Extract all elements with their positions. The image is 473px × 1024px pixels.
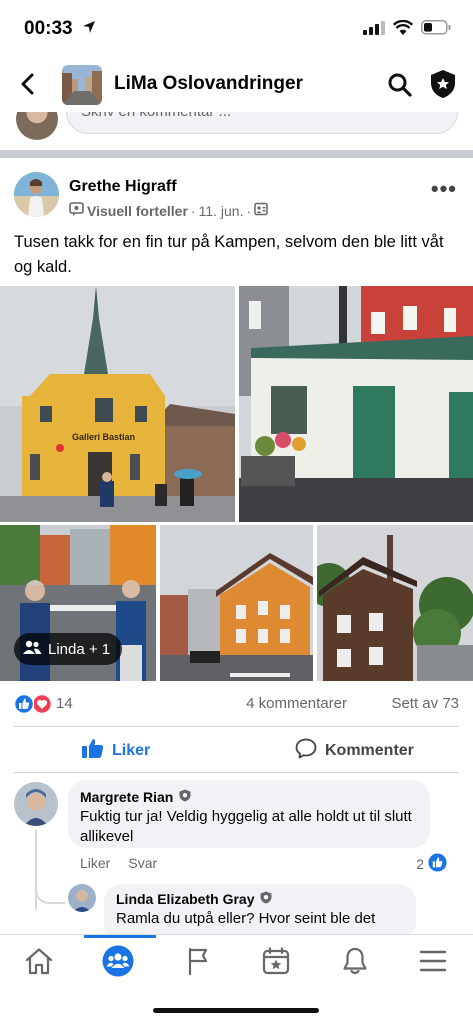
like-button-label: Liker [112, 741, 151, 759]
status-icons [363, 19, 451, 40]
reaction-count[interactable]: 14 [56, 695, 73, 712]
back-button[interactable] [16, 72, 40, 96]
tab-groups[interactable] [100, 945, 136, 981]
post-photo-5[interactable] [317, 525, 473, 681]
photo-sign-text: Galleri Bastian [72, 432, 136, 442]
divider [14, 726, 459, 727]
meta-separator: · [190, 202, 196, 219]
reply-bubble: Linda Elizabeth Gray Ramla du utpå eller… [104, 884, 416, 940]
post-photo-2[interactable] [239, 286, 473, 522]
group-cover-thumbnail[interactable] [62, 65, 102, 105]
bell-icon [342, 947, 368, 980]
signal-icon [363, 20, 385, 40]
photo-tag-label: Linda + 1 [48, 640, 111, 658]
home-indicator[interactable] [153, 1008, 319, 1013]
comment-button[interactable]: Kommenter [295, 738, 414, 764]
comment-like-count: 2 [416, 856, 424, 872]
comment-input[interactable]: Skriv en kommentar ... [66, 112, 458, 134]
search-icon[interactable] [387, 72, 413, 98]
like-button[interactable]: Liker [82, 738, 150, 763]
post-photo-4[interactable] [160, 525, 313, 681]
admin-badge-icon [260, 891, 272, 907]
comment-reply-button[interactable]: Svar [128, 855, 157, 871]
meta-separator: · [246, 202, 252, 219]
previous-post-comment-strip: Skriv en kommentar ... [0, 112, 473, 150]
avatar [16, 112, 58, 140]
post-divider [0, 150, 473, 158]
comment-reaction-summary[interactable]: 2 [416, 853, 447, 875]
seen-count[interactable]: Sett av 73 [391, 695, 459, 712]
comment-bubble-icon [295, 738, 317, 764]
visual-storyteller-badge-icon [69, 202, 84, 219]
location-arrow-icon [82, 20, 96, 39]
home-icon [24, 947, 54, 980]
author-badge: Visuell forteller [87, 202, 188, 219]
comment-author-row: Margrete Rian [80, 789, 418, 805]
group-members-audience-icon [254, 202, 268, 219]
post-meta: Visuell forteller · 11. jun. · [69, 202, 268, 219]
tab-marketplace[interactable] [258, 945, 294, 981]
commenter-avatar[interactable] [14, 782, 58, 826]
post-text: Tusen takk for en fin tur på Kampen, sel… [14, 233, 444, 276]
group-header: LiMa Oslovandringer [0, 56, 473, 112]
tab-notifications[interactable] [337, 945, 373, 981]
admin-badge-icon [179, 789, 191, 805]
groups-icon [102, 945, 134, 982]
like-love-reactions-icon[interactable] [13, 693, 53, 715]
comment-text: Fuktig tur ja! Veldig hyggelig at alle h… [80, 808, 412, 845]
status-bar: 00:33 [0, 0, 473, 56]
battery-icon [421, 20, 451, 40]
comment-input-placeholder: Skriv en kommentar ... [81, 112, 231, 120]
comments-count[interactable]: 4 kommentarer [246, 695, 347, 712]
bottom-tab-bar [0, 934, 473, 990]
post-actions: Liker Kommenter [0, 732, 473, 768]
thread-connector [35, 880, 65, 904]
admin-shield-icon[interactable] [429, 69, 457, 99]
post-author-name[interactable]: Grethe Higraff [69, 178, 177, 196]
tab-menu[interactable] [415, 945, 451, 981]
group-title[interactable]: LiMa Oslovandringer [114, 73, 303, 95]
flag-icon [186, 947, 210, 980]
author-avatar[interactable] [14, 172, 59, 217]
reaction-summary: 14 4 kommentarer Sett av 73 [13, 692, 459, 716]
status-time: 00:33 [24, 18, 73, 39]
active-tab-indicator [84, 935, 156, 938]
photo-tag-chip[interactable]: Linda + 1 [14, 633, 123, 665]
reply-author-row: Linda Elizabeth Gray [116, 891, 404, 907]
people-icon [22, 640, 42, 658]
comment-like-button[interactable]: Liker [80, 855, 110, 871]
more-options-icon[interactable]: ••• [431, 176, 457, 202]
comment-bubble: Margrete Rian Fuktig tur ja! Veldig hygg… [68, 780, 430, 848]
like-reaction-icon [428, 853, 447, 875]
comment-button-label: Kommenter [325, 742, 414, 759]
reply-avatar[interactable] [68, 884, 96, 912]
thumbs-up-icon [82, 738, 104, 763]
post-photo-1[interactable]: Galleri Bastian [0, 286, 235, 522]
reply-text: Ramla du utpå eller? Hvor seint ble det [116, 910, 376, 927]
reply-author-name[interactable]: Linda Elizabeth Gray [116, 891, 254, 907]
divider [14, 772, 459, 773]
comment-actions: Liker Svar [80, 855, 157, 871]
tab-home[interactable] [21, 945, 57, 981]
comment-author-name[interactable]: Margrete Rian [80, 789, 173, 805]
hamburger-menu-icon [419, 949, 447, 978]
post-date[interactable]: 11. jun. [199, 203, 244, 219]
tab-pages[interactable] [180, 945, 216, 981]
calendar-star-icon [262, 946, 290, 980]
wifi-icon [392, 19, 414, 40]
